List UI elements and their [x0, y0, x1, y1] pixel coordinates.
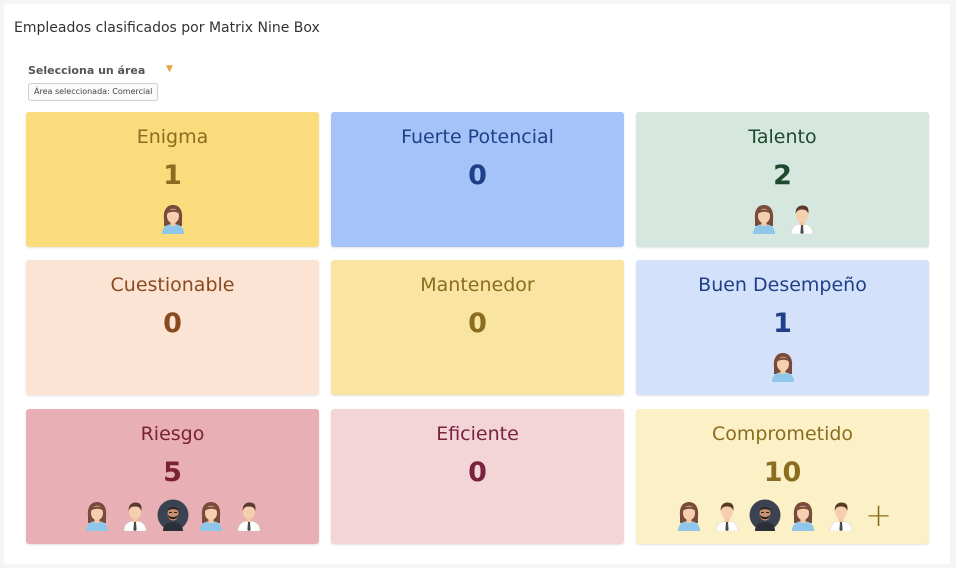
box-count: 0: [468, 308, 487, 339]
bearded-avatar-icon[interactable]: [157, 499, 189, 531]
avatar-list: [26, 349, 319, 383]
avatar-list: [331, 349, 624, 383]
woman-avatar-icon[interactable]: [81, 499, 113, 531]
box-comprometido[interactable]: Comprometido 10 +: [636, 409, 929, 544]
chevron-down-icon[interactable]: ▼: [166, 64, 173, 74]
box-fuerte-potencial[interactable]: Fuerte Potencial 0: [331, 112, 624, 247]
woman-avatar-icon[interactable]: [767, 350, 799, 382]
nine-box-grid: Enigma 1 Fuerte Potencial 0 Talento 2 Cu…: [26, 112, 930, 546]
avatar-list: +: [636, 498, 929, 532]
bearded-avatar-icon[interactable]: [749, 499, 781, 531]
man-avatar-icon[interactable]: [119, 499, 151, 531]
box-label: Mantenedor: [420, 274, 535, 296]
man-avatar-icon[interactable]: [825, 499, 857, 531]
selected-area-chip: Área seleccionada: Comercial: [28, 83, 159, 101]
plus-icon[interactable]: +: [865, 499, 892, 531]
box-label: Buen Desempeño: [698, 274, 867, 296]
box-count: 2: [773, 160, 792, 191]
box-label: Cuestionable: [110, 274, 235, 296]
woman-avatar-icon[interactable]: [673, 499, 705, 531]
box-talento[interactable]: Talento 2: [636, 112, 929, 247]
box-eficiente[interactable]: Eficiente 0: [331, 409, 624, 544]
woman-avatar-icon[interactable]: [787, 499, 819, 531]
man-avatar-icon[interactable]: [786, 202, 818, 234]
area-select-label: Selecciona un área: [28, 64, 146, 77]
avatar-list: [331, 201, 624, 235]
box-label: Enigma: [136, 126, 209, 148]
box-count: 10: [763, 457, 802, 488]
woman-avatar-icon[interactable]: [748, 202, 780, 234]
man-avatar-icon[interactable]: [233, 499, 265, 531]
box-label: Fuerte Potencial: [401, 126, 554, 148]
box-cuestionable[interactable]: Cuestionable 0: [26, 260, 319, 395]
box-count: 5: [163, 457, 182, 488]
avatar-list: [26, 498, 319, 532]
box-label: Riesgo: [140, 423, 205, 445]
box-count: 0: [468, 457, 487, 488]
woman-avatar-icon[interactable]: [195, 499, 227, 531]
matrix-panel: Empleados clasificados por Matrix Nine B…: [4, 4, 950, 564]
area-select-dropdown[interactable]: Selecciona un área ▼: [28, 64, 178, 80]
box-count: 0: [468, 160, 487, 191]
box-label: Eficiente: [436, 423, 519, 445]
box-count: 0: [163, 308, 182, 339]
box-count: 1: [163, 160, 182, 191]
box-enigma[interactable]: Enigma 1: [26, 112, 319, 247]
page-title: Empleados clasificados por Matrix Nine B…: [14, 20, 320, 36]
avatar-list: [26, 201, 319, 235]
box-riesgo[interactable]: Riesgo 5: [26, 409, 319, 544]
box-mantenedor[interactable]: Mantenedor 0: [331, 260, 624, 395]
box-buen-desempeno[interactable]: Buen Desempeño 1: [636, 260, 929, 395]
avatar-list: [636, 201, 929, 235]
avatar-list: [331, 498, 624, 532]
box-count: 1: [773, 308, 792, 339]
man-avatar-icon[interactable]: [711, 499, 743, 531]
box-label: Talento: [748, 126, 817, 148]
box-label: Comprometido: [711, 423, 854, 445]
woman-avatar-icon[interactable]: [157, 202, 189, 234]
avatar-list: [636, 349, 929, 383]
